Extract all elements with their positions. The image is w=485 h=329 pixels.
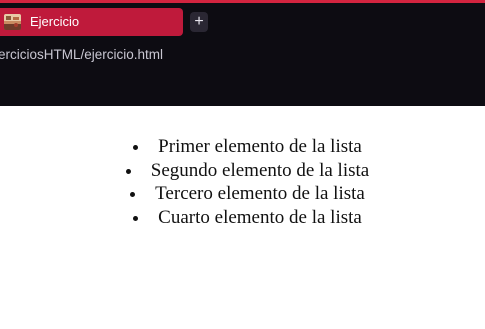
list-item: Primer elemento de la lista — [0, 135, 485, 159]
unordered-list: Primer elemento de la lista Segundo elem… — [0, 135, 485, 229]
browser-chrome: Ejercicio + erciciosHTML/ejercicio.html — [0, 0, 485, 106]
new-tab-button[interactable]: + — [190, 12, 208, 32]
page-content: Primer elemento de la lista Segundo elem… — [0, 106, 485, 329]
picture-icon — [4, 14, 21, 30]
list-item: Segundo elemento de la lista — [0, 159, 485, 183]
tab-ejercicio[interactable]: Ejercicio — [0, 8, 183, 36]
list-item: Tercero elemento de la lista — [0, 182, 485, 206]
list-item: Cuarto elemento de la lista — [0, 206, 485, 230]
address-bar-url[interactable]: erciciosHTML/ejercicio.html — [0, 46, 163, 64]
window-accent-bar — [0, 0, 485, 3]
tab-title: Ejercicio — [30, 14, 80, 29]
